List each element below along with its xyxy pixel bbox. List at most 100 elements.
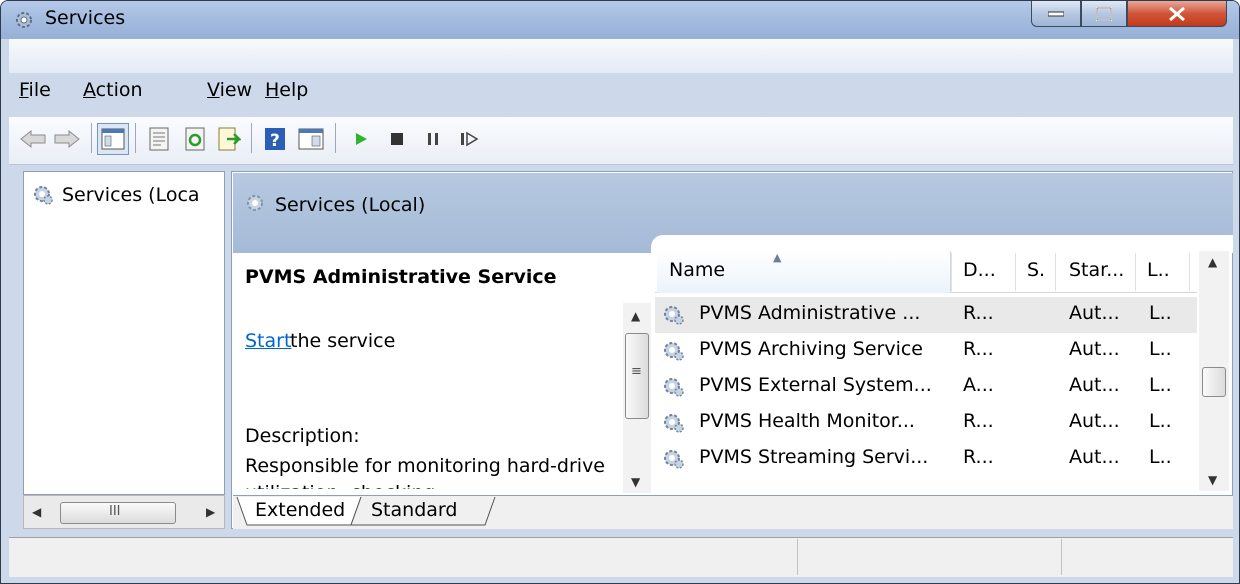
service-name: PVMS Health Monitor... (699, 410, 915, 432)
stop-service-button[interactable] (381, 123, 413, 155)
help-button[interactable]: ? (259, 123, 291, 155)
services-gear-icon (247, 195, 263, 211)
service-gear-icon (664, 450, 684, 469)
toolbar-separator (91, 123, 92, 153)
menu-action[interactable]: Action (83, 79, 143, 101)
service-name: PVMS Archiving Service (699, 338, 923, 360)
status-bar (9, 537, 1233, 577)
scroll-left-icon[interactable]: ◀ (32, 505, 41, 519)
minimize-icon (1048, 11, 1064, 16)
tree-item-label: Services (Loca (62, 184, 200, 206)
window-title: Services (45, 7, 126, 29)
start-service-link[interactable]: Start (245, 330, 291, 352)
tab-standard[interactable]: Standard (361, 497, 467, 527)
toolbar-separator (135, 123, 136, 153)
column-header-description[interactable]: D... (963, 259, 996, 281)
minimize-button[interactable] (1031, 1, 1081, 27)
maximize-button[interactable] (1081, 1, 1127, 27)
service-log-on-as: L.. (1149, 446, 1172, 468)
back-arrow-icon (20, 129, 46, 149)
description-text: Responsible for monitoring hard-drive ut… (245, 455, 605, 489)
column-header-name[interactable]: Name (669, 259, 725, 281)
scroll-up-icon[interactable]: ▲ (1208, 255, 1217, 269)
forward-arrow-icon (54, 129, 80, 149)
menu-help[interactable]: Help (265, 79, 308, 101)
service-gear-icon (664, 378, 684, 397)
column-divider[interactable] (1189, 253, 1190, 291)
service-startup-type: Aut... (1069, 338, 1120, 360)
service-startup-type: Aut... (1069, 302, 1120, 324)
column-header-log-on-as[interactable]: L.. (1147, 259, 1170, 281)
service-log-on-as: L.. (1149, 410, 1172, 432)
show-hide-console-tree-icon (101, 128, 125, 150)
description-scrollbar[interactable]: ▲ ≡ ▼ (623, 303, 651, 493)
refresh-button[interactable] (179, 123, 211, 155)
back-button[interactable] (17, 123, 49, 155)
panel-title: Services (Local) (275, 194, 426, 216)
start-service-button[interactable] (345, 123, 377, 155)
service-startup-type: Aut... (1069, 374, 1120, 396)
scroll-right-icon[interactable]: ▶ (206, 505, 215, 519)
table-row[interactable]: PVMS Administrative ... R... Aut... L.. (655, 297, 1197, 333)
scroll-thumb[interactable]: ≡ (625, 333, 649, 419)
service-name: PVMS Administrative ... (699, 302, 921, 324)
scroll-down-icon[interactable]: ▼ (1208, 473, 1217, 487)
service-gear-icon (664, 306, 684, 325)
menu-bar (9, 39, 1233, 73)
console-tree: Services (Loca (23, 171, 225, 495)
scroll-down-icon[interactable]: ▼ (631, 475, 640, 489)
service-description: R... (963, 410, 994, 432)
tree-item-services-local[interactable]: Services (Loca (32, 184, 200, 206)
column-header-status[interactable]: S. (1027, 259, 1045, 281)
service-log-on-as: L.. (1149, 302, 1172, 324)
refresh-icon (185, 127, 205, 151)
table-vertical-scrollbar[interactable]: ▲ ▼ (1199, 251, 1229, 491)
stop-service-icon (391, 133, 403, 145)
menu-view[interactable]: View (207, 79, 252, 101)
table-row[interactable]: PVMS Streaming Servi... R... Aut... L.. (655, 441, 1197, 477)
forward-button[interactable] (51, 123, 83, 155)
column-divider[interactable] (951, 253, 952, 291)
restart-service-button[interactable] (453, 123, 485, 155)
column-divider[interactable] (1015, 253, 1016, 291)
console-tree-button[interactable] (97, 123, 129, 155)
service-description: R... (963, 338, 994, 360)
table-row[interactable]: PVMS Archiving Service R... Aut... L.. (655, 333, 1197, 369)
show-hide-action-pane-icon (298, 128, 324, 150)
toolbar-separator (251, 123, 252, 153)
services-gear-icon (34, 186, 53, 205)
column-divider[interactable] (1135, 253, 1136, 291)
sort-ascending-icon: ▲ (773, 251, 782, 264)
service-gear-icon (664, 342, 684, 361)
action-pane-button[interactable] (295, 123, 327, 155)
tree-horizontal-scrollbar[interactable]: ◀ III ▶ (23, 495, 225, 529)
service-description: R... (963, 446, 994, 468)
tab-extended[interactable]: Extended (245, 497, 355, 527)
table-row[interactable]: PVMS External System... A... Aut... L.. (655, 369, 1197, 405)
menu-file[interactable]: File (19, 79, 51, 101)
properties-icon (149, 127, 169, 151)
properties-button[interactable] (143, 123, 175, 155)
svg-text:?: ? (270, 131, 280, 151)
scroll-up-icon[interactable]: ▲ (631, 309, 640, 323)
scroll-thumb[interactable]: III (60, 502, 176, 524)
restart-service-icon (461, 131, 479, 147)
table-row[interactable]: PVMS Health Monitor... R... Aut... L.. (655, 405, 1197, 441)
status-bar-divider (1061, 539, 1062, 575)
toolbar-separator (335, 123, 336, 153)
service-description: R... (963, 302, 994, 324)
service-startup-type: Aut... (1069, 446, 1120, 468)
column-header-startup-type[interactable]: Star... (1069, 259, 1124, 281)
gear-icon (16, 12, 32, 28)
maximize-icon (1096, 6, 1112, 21)
column-divider[interactable] (1055, 253, 1056, 291)
description-label: Description: (245, 425, 360, 447)
export-list-button[interactable] (213, 123, 245, 155)
close-button[interactable] (1127, 1, 1227, 27)
pause-service-button[interactable] (417, 123, 449, 155)
pause-service-icon (428, 133, 438, 145)
scroll-thumb[interactable] (1202, 367, 1226, 397)
service-name: PVMS External System... (699, 374, 932, 396)
selected-service-title: PVMS Administrative Service (245, 266, 557, 288)
service-name: PVMS Streaming Servi... (699, 446, 929, 468)
